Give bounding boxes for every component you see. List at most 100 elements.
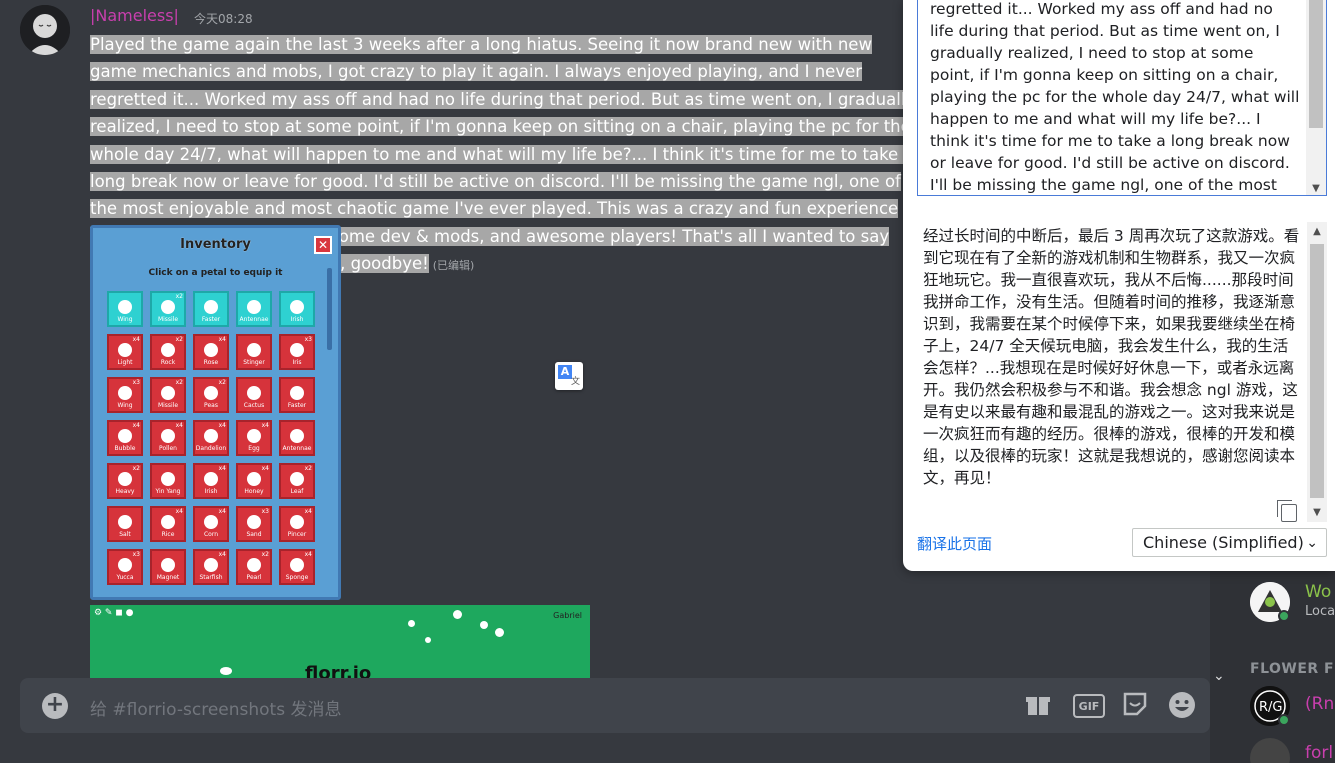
petal-slot[interactable]: x2 Rock (150, 334, 186, 370)
petal-slot[interactable]: x4 Egg (236, 420, 272, 456)
member-name: Wo (1305, 582, 1332, 602)
petal-slot[interactable]: Salt (107, 506, 143, 542)
petal-slot[interactable]: x2 Pearl (236, 549, 272, 585)
message-timestamp[interactable]: 今天08:28 (194, 10, 253, 27)
petal-slot[interactable]: x4 Bubble (107, 420, 143, 456)
petal-label: Cactus (243, 402, 265, 409)
petal-slot[interactable]: x2 Leaf (279, 463, 315, 499)
petal-slot[interactable]: Antennae (279, 420, 315, 456)
petal-slot[interactable]: Faster (193, 291, 229, 327)
petal-count: x4 (218, 508, 226, 515)
petal-label: Stinger (243, 359, 265, 366)
svg-text:R/G: R/G (1259, 700, 1283, 715)
petal-slot[interactable]: x4 Light (107, 334, 143, 370)
petal-icon (290, 515, 304, 529)
petal-label: Faster (287, 402, 307, 409)
petal-slot[interactable]: x3 Wing (107, 377, 143, 413)
petal-slot[interactable]: x2 Missile (150, 291, 186, 327)
petal-slot[interactable]: Irish (279, 291, 315, 327)
petal-count: x3 (132, 379, 140, 386)
scroll-down-icon[interactable]: ⌄ (1213, 668, 1225, 684)
petal-slot[interactable]: x3 Sand (236, 506, 272, 542)
petal-icon (118, 558, 132, 572)
message-username[interactable]: |Nameless| (90, 6, 179, 25)
petal-label: Faster (201, 316, 221, 323)
gift-icon[interactable] (1024, 691, 1052, 719)
petal-slot[interactable]: x4 Corn (193, 506, 229, 542)
petal-icon (247, 343, 261, 357)
game-dot (408, 620, 415, 627)
petal-slot[interactable]: x4 Starfish (193, 549, 229, 585)
petal-slot[interactable]: x3 Iris (279, 334, 315, 370)
petal-icon (247, 300, 261, 314)
petal-icon (118, 472, 132, 486)
petal-icon (161, 558, 175, 572)
petal-slot[interactable]: x4 Pollen (150, 420, 186, 456)
petal-icon (247, 472, 261, 486)
language-select[interactable]: Chinese (Simplified) ⌄ (1132, 528, 1327, 557)
petal-slot[interactable]: x2 Heavy (107, 463, 143, 499)
petal-slot[interactable]: x2 Missile (150, 377, 186, 413)
petal-slot[interactable]: x4 Dandelion (193, 420, 229, 456)
scroll-down-arrow-icon[interactable]: ▼ (1307, 507, 1327, 518)
petal-label: Leaf (290, 488, 304, 495)
translate-page-link[interactable]: 翻译此页面 (917, 533, 992, 554)
petal-slot[interactable]: Antennae (236, 291, 272, 327)
petal-icon (204, 558, 218, 572)
game-dot (480, 621, 488, 629)
petal-icon (204, 386, 218, 400)
petal-slot[interactable]: Yin Yang (150, 463, 186, 499)
close-icon: ✕ (314, 236, 332, 254)
scroll-up-arrow-icon[interactable]: ▲ (1307, 226, 1327, 237)
translate-icon[interactable]: A 文 (555, 362, 583, 390)
petal-icon (161, 429, 175, 443)
copy-icon[interactable] (1277, 500, 1297, 522)
petal-count: x4 (175, 508, 183, 515)
game-screenshot[interactable]: ⚙ ✎ ◼ ● Gabriel florr.io (90, 605, 590, 685)
petal-slot[interactable]: x4 Honey (236, 463, 272, 499)
petal-label: Pollen (159, 445, 177, 452)
inventory-screenshot[interactable]: Inventory ✕ Click on a petal to equip it… (90, 225, 341, 600)
petal-slot[interactable]: x4 Rose (193, 334, 229, 370)
petal-label: Bubble (114, 445, 136, 452)
petal-icon (247, 386, 261, 400)
member-name: forl (1305, 743, 1334, 763)
petal-label: Pearl (246, 574, 262, 581)
translated-scrollbar[interactable]: ▲ ▼ (1307, 222, 1327, 522)
source-text-box[interactable]: regretted it... Worked my ass off and ha… (917, 0, 1327, 196)
petal-icon (204, 429, 218, 443)
gif-button[interactable]: GIF (1073, 694, 1105, 718)
petal-slot[interactable]: Stinger (236, 334, 272, 370)
petal-slot[interactable]: Magnet (150, 549, 186, 585)
petal-slot[interactable]: x2 Peas (193, 377, 229, 413)
petal-slot[interactable]: x4 Sponge (279, 549, 315, 585)
petal-icon (290, 343, 304, 357)
petal-slot[interactable]: Wing (107, 291, 143, 327)
sticker-icon[interactable] (1121, 691, 1149, 719)
petal-label: Iris (292, 359, 302, 366)
petal-slot[interactable]: x4 Irish (193, 463, 229, 499)
message-composer: + 给 #florrio-screenshots 发消息 GIF (20, 678, 1210, 733)
petal-label: Antennae (282, 445, 312, 452)
source-scrollbar[interactable]: ▼ (1306, 0, 1326, 195)
message-input[interactable]: 给 #florrio-screenshots 发消息 (90, 695, 341, 720)
scroll-down-arrow-icon[interactable]: ▼ (1306, 183, 1326, 194)
translated-text-box: 经过长时间的中断后，最后 3 周再次玩了这款游戏。看到它现在有了全新的游戏机制和… (917, 222, 1327, 522)
petal-count: x4 (261, 422, 269, 429)
petal-count: x2 (175, 293, 183, 300)
petal-slot[interactable]: x4 Pincer (279, 506, 315, 542)
emoji-icon[interactable] (1168, 691, 1196, 719)
petal-icon (118, 386, 132, 400)
petal-count: x4 (304, 508, 312, 515)
petal-slot[interactable]: Cactus (236, 377, 272, 413)
petal-slot[interactable]: x4 Rice (150, 506, 186, 542)
petal-label: Wing (117, 402, 133, 409)
petal-label: Sponge (285, 574, 309, 581)
petal-slot[interactable]: Faster (279, 377, 315, 413)
language-select-value: Chinese (Simplified) (1143, 533, 1304, 552)
user-avatar[interactable] (20, 5, 70, 55)
petal-label: Corn (203, 531, 219, 538)
petal-count: x2 (132, 465, 140, 472)
add-attachment-button[interactable]: + (42, 693, 68, 719)
petal-slot[interactable]: x3 Yucca (107, 549, 143, 585)
